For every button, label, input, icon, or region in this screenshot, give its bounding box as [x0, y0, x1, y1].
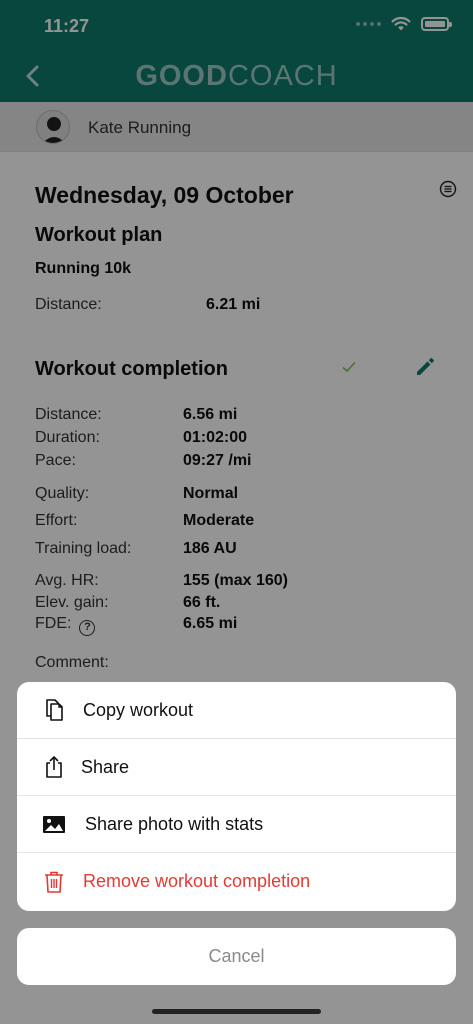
cancel-button[interactable]: Cancel [17, 928, 456, 985]
copy-workout-action[interactable]: Copy workout [17, 682, 456, 739]
share-label: Share [81, 756, 130, 777]
home-indicator[interactable] [152, 1009, 321, 1014]
trash-icon [45, 871, 63, 893]
copy-workout-label: Copy workout [83, 699, 194, 720]
share-photo-action[interactable]: Share photo with stats [17, 796, 456, 853]
share-action[interactable]: Share [17, 739, 456, 796]
share-icon [46, 756, 62, 778]
copy-icon [46, 699, 63, 721]
remove-completion-label: Remove workout completion [83, 871, 311, 891]
image-icon [43, 816, 65, 833]
share-photo-label: Share photo with stats [85, 813, 264, 834]
action-sheet: Copy workout Share Share photo with stat… [17, 682, 456, 911]
remove-completion-action[interactable]: Remove workout completion [17, 853, 456, 910]
